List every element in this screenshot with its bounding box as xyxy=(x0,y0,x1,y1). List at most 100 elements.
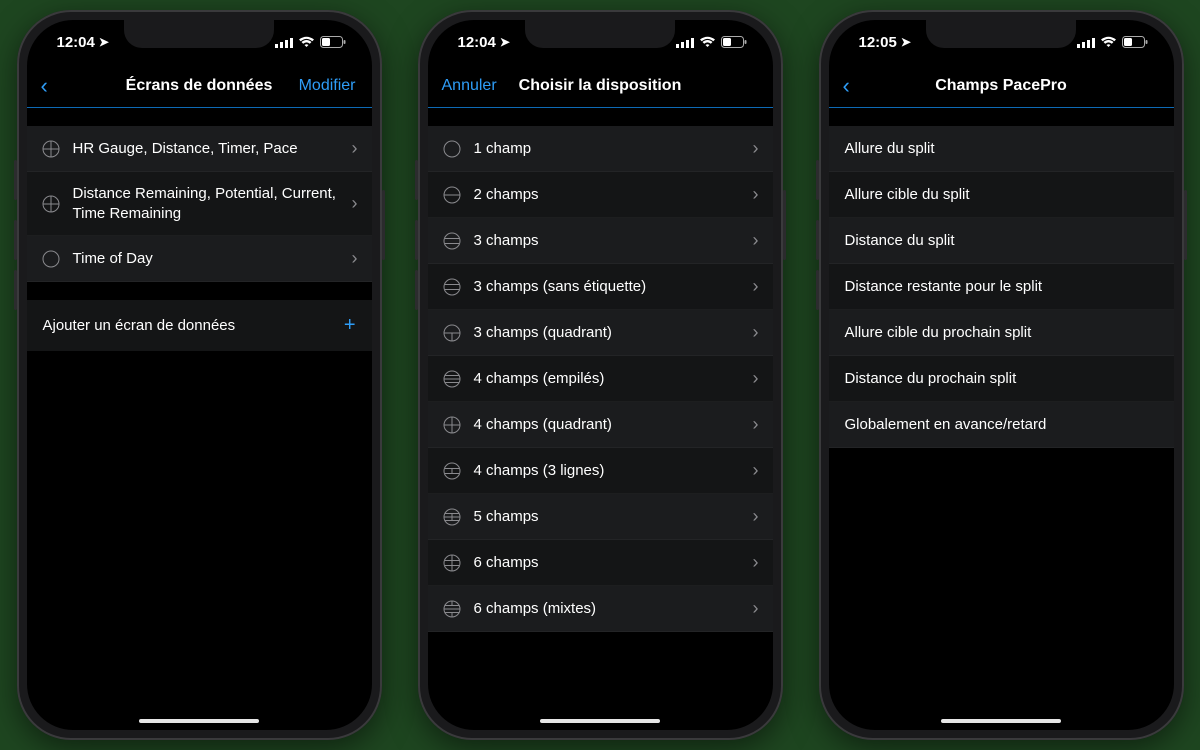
nav-title: Écrans de données xyxy=(126,77,273,95)
layout-3-icon xyxy=(442,232,462,250)
layout-option-row[interactable]: 2 champs› xyxy=(428,172,773,218)
status-time: 12:04 xyxy=(57,34,95,51)
home-indicator[interactable] xyxy=(540,719,660,723)
layout-option-row[interactable]: 6 champs › xyxy=(428,540,773,586)
chevron-right-icon: › xyxy=(753,414,759,435)
layout-option-row[interactable]: 4 champs (quadrant) › xyxy=(428,402,773,448)
layout-grid4-icon xyxy=(41,140,61,158)
layout-6m-icon xyxy=(442,600,462,618)
field-option-row[interactable]: Allure cible du split xyxy=(829,172,1174,218)
layout-4l3-icon xyxy=(442,462,462,480)
layout-6-icon xyxy=(442,554,462,572)
content: Allure du split Allure cible du split Di… xyxy=(829,108,1174,730)
nav-bar: ‹ Champs PacePro xyxy=(829,64,1174,108)
edit-button[interactable]: Modifier xyxy=(299,77,356,95)
layout-4q-icon xyxy=(442,416,462,434)
back-button[interactable]: ‹ xyxy=(843,75,850,97)
row-label: 3 champs (sans étiquette) xyxy=(474,277,741,297)
nav-title: Choisir la disposition xyxy=(519,77,682,95)
cancel-label: Annuler xyxy=(442,77,497,95)
status-left: 12:04 ➤ xyxy=(458,34,510,51)
chevron-right-icon: › xyxy=(753,276,759,297)
location-arrow-icon: ➤ xyxy=(99,35,109,49)
status-left: 12:05 ➤ xyxy=(859,34,911,51)
location-arrow-icon: ➤ xyxy=(500,35,510,49)
battery-icon xyxy=(1122,36,1148,48)
layout-option-row[interactable]: 3 champs (sans étiquette) › xyxy=(428,264,773,310)
row-label: 3 champs xyxy=(474,231,741,251)
field-option-row[interactable]: Distance du split xyxy=(829,218,1174,264)
wifi-icon xyxy=(298,36,315,48)
chevron-right-icon: › xyxy=(753,460,759,481)
field-option-row[interactable]: Allure du split xyxy=(829,126,1174,172)
layout-option-row[interactable]: 6 champs (mixtes) › xyxy=(428,586,773,632)
content: 1 champ› 2 champs› 3 champs› 3 champs (s… xyxy=(428,108,773,730)
row-label: 5 champs xyxy=(474,507,741,527)
row-label: 4 champs (quadrant) xyxy=(474,415,741,435)
screen: 12:05 ➤ ‹ Champs PacePro Allure du split… xyxy=(829,20,1174,730)
data-screen-row[interactable]: HR Gauge, Distance, Timer, Pace › xyxy=(27,126,372,172)
layout-5-icon xyxy=(442,508,462,526)
row-label: 4 champs (3 lignes) xyxy=(474,461,741,481)
data-screen-row[interactable]: Time of Day › xyxy=(27,236,372,282)
nav-bar: ‹ Écrans de données Modifier xyxy=(27,64,372,108)
home-indicator[interactable] xyxy=(139,719,259,723)
chevron-right-icon: › xyxy=(753,552,759,573)
chevron-right-icon: › xyxy=(352,248,358,269)
back-button[interactable]: ‹ xyxy=(41,75,52,97)
section-gap xyxy=(428,108,773,126)
layout-option-row[interactable]: 3 champs (quadrant) › xyxy=(428,310,773,356)
cellular-signal-icon xyxy=(275,37,293,48)
row-label: 6 champs xyxy=(474,553,741,573)
wifi-icon xyxy=(699,36,716,48)
row-label: Time of Day xyxy=(73,249,340,269)
field-option-row[interactable]: Globalement en avance/retard xyxy=(829,402,1174,448)
row-label: 6 champs (mixtes) xyxy=(474,599,741,619)
layout-option-row[interactable]: 1 champ › xyxy=(428,126,773,172)
field-option-row[interactable]: Distance du prochain split xyxy=(829,356,1174,402)
battery-icon xyxy=(721,36,747,48)
home-indicator[interactable] xyxy=(941,719,1061,723)
battery-icon xyxy=(320,36,346,48)
layout-option-row[interactable]: 4 champs (3 lignes) › xyxy=(428,448,773,494)
plus-icon: + xyxy=(344,314,356,337)
notch xyxy=(525,20,675,48)
row-label: HR Gauge, Distance, Timer, Pace xyxy=(73,139,340,159)
layout-3nl-icon xyxy=(442,278,462,296)
layout-option-row[interactable]: 3 champs› xyxy=(428,218,773,264)
screen: 12:04 ➤ ‹ Écrans de données Modifier HR … xyxy=(27,20,372,730)
chevron-right-icon: › xyxy=(352,138,358,159)
phone-pacepro-fields: 12:05 ➤ ‹ Champs PacePro Allure du split… xyxy=(819,10,1184,740)
layout-option-row[interactable]: 5 champs › xyxy=(428,494,773,540)
field-option-row[interactable]: Distance restante pour le split xyxy=(829,264,1174,310)
status-time: 12:04 xyxy=(458,34,496,51)
field-option-row[interactable]: Allure cible du prochain split xyxy=(829,310,1174,356)
layout-1-icon xyxy=(442,140,462,158)
screen: 12:04 ➤ Annuler Choisir la disposition 1… xyxy=(428,20,773,730)
layout-option-row[interactable]: 4 champs (empilés)› xyxy=(428,356,773,402)
section-gap xyxy=(829,108,1174,126)
status-right xyxy=(1077,36,1148,48)
row-label: 1 champ xyxy=(474,139,741,159)
chevron-right-icon: › xyxy=(753,506,759,527)
nav-title: Champs PacePro xyxy=(935,77,1067,95)
location-arrow-icon: ➤ xyxy=(901,35,911,49)
layout-circle-icon xyxy=(41,250,61,268)
add-label: Ajouter un écran de données xyxy=(43,317,236,334)
data-screen-row[interactable]: Distance Remaining, Potential, Current, … xyxy=(27,172,372,236)
layout-2-icon xyxy=(442,186,462,204)
row-label: Distance Remaining, Potential, Current, … xyxy=(73,184,340,223)
notch xyxy=(926,20,1076,48)
row-label: 4 champs (empilés) xyxy=(474,369,741,389)
add-data-screen-button[interactable]: Ajouter un écran de données + xyxy=(27,300,372,351)
row-label: 3 champs (quadrant) xyxy=(474,323,741,343)
cancel-button[interactable]: Annuler xyxy=(442,77,497,95)
notch xyxy=(124,20,274,48)
chevron-right-icon: › xyxy=(753,598,759,619)
status-time: 12:05 xyxy=(859,34,897,51)
chevron-right-icon: › xyxy=(753,138,759,159)
phone-choose-layout: 12:04 ➤ Annuler Choisir la disposition 1… xyxy=(418,10,783,740)
section-gap xyxy=(27,282,372,300)
chevron-right-icon: › xyxy=(753,322,759,343)
section-gap xyxy=(27,108,372,126)
